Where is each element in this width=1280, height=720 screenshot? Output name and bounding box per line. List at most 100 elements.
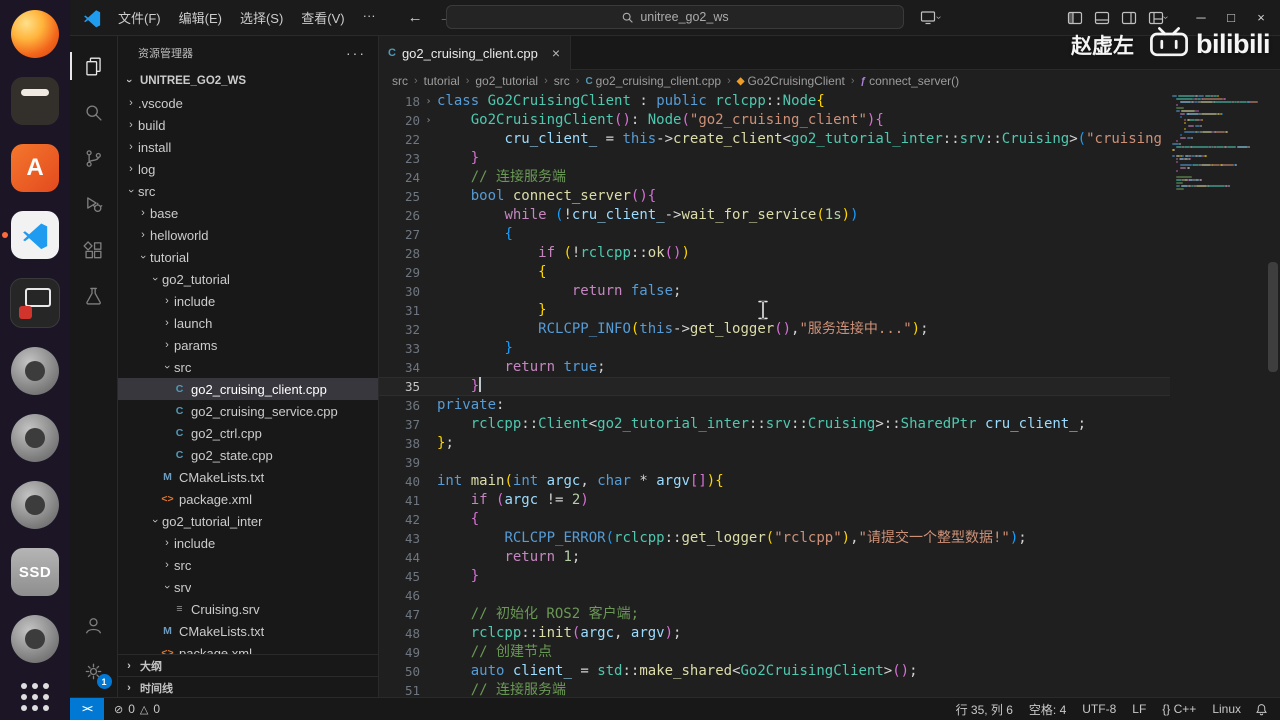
remote-indicator[interactable]: >< (70, 698, 104, 720)
vertical-scrollbar[interactable] (1266, 92, 1280, 698)
code-line[interactable]: 37 rclcpp::Client<go2_tutorial_inter::sr… (378, 415, 1266, 434)
code-line[interactable]: 45 } (378, 567, 1266, 586)
code-line[interactable]: 43 RCLCPP_ERROR(rclcpp::get_logger("rclc… (378, 529, 1266, 548)
activity-search-icon[interactable] (70, 89, 118, 135)
code-line[interactable]: 30 return false; (378, 282, 1266, 301)
code-line[interactable]: 31 } (378, 301, 1266, 320)
tree-item-tutorial[interactable]: › tutorial (118, 246, 378, 268)
dock-dark-app-icon[interactable] (11, 77, 59, 125)
toggle-primary-sidebar-icon[interactable] (1067, 10, 1083, 26)
code-line[interactable]: 44 return 1; (378, 548, 1266, 567)
tree-item-helloworld[interactable]: › helloworld (118, 224, 378, 246)
code-line[interactable]: 38}; (378, 434, 1266, 453)
tree-item-Cruising.srv[interactable]: ≡ Cruising.srv (118, 598, 378, 620)
minimize-button[interactable]: ─ (1186, 0, 1216, 35)
code-line[interactable]: 36 private: (378, 396, 1266, 415)
status-item[interactable]: LF (1132, 702, 1146, 716)
workspace-root-folder[interactable]: › UNITREE_GO2_WS (118, 70, 378, 92)
dock-orange-app-icon[interactable]: A (11, 144, 59, 192)
menubar-item[interactable]: 选择(S) (232, 4, 291, 31)
code-line[interactable]: 20 › Go2CruisingClient(): Node("go2_cruis… (378, 111, 1266, 130)
outline-section-header[interactable]: › 大纲 (118, 654, 378, 676)
status-item[interactable]: 空格: 4 (1029, 701, 1066, 718)
dock-recorder-app-icon[interactable] (10, 278, 60, 328)
dock-vscode-icon[interactable] (2, 211, 59, 259)
status-item[interactable]: {} C++ (1162, 702, 1196, 716)
tree-item-go2_cruising_client.cpp[interactable]: Cgo2_cruising_client.cpp (118, 378, 378, 400)
tree-item-CMakeLists.txt[interactable]: M CMakeLists.txt (118, 620, 378, 642)
problems-status[interactable]: ⊘ 0 △ 0 (104, 702, 170, 716)
command-center-search[interactable]: unitree_go2_ws (446, 5, 904, 29)
dock-gray-app-1-icon[interactable] (11, 347, 59, 395)
sidebar-more-actions-icon[interactable]: ··· (346, 45, 366, 61)
dock-gray-app-4-icon[interactable] (11, 615, 59, 663)
code-line[interactable]: 23 } (378, 149, 1266, 168)
tree-item-src[interactable]: › src (118, 356, 378, 378)
screen-share-icon[interactable]: › (920, 9, 944, 25)
menubar-item[interactable]: 文件(F) (110, 4, 169, 31)
code-line[interactable]: 51 // 连接服务端 (378, 681, 1266, 698)
activity-settings-icon[interactable]: 1 (70, 648, 118, 694)
code-line[interactable]: 47 // 初始化 ROS2 客户端; (378, 605, 1266, 624)
code-editor[interactable]: 18 › class Go2CruisingClient : public rclc… (378, 92, 1266, 698)
code-line[interactable]: 35 } (378, 377, 1266, 396)
code-line[interactable]: 50 auto client_ = std::make_shared<Go2Cr… (378, 662, 1266, 681)
status-item[interactable]: 行 35, 列 6 (956, 701, 1013, 718)
breadcrumb-item[interactable]: ƒ connect_server() (861, 74, 960, 88)
tree-item-params[interactable]: › params (118, 334, 378, 356)
activity-run-debug-icon[interactable] (70, 181, 118, 227)
breadcrumb-item[interactable]: ◆ Go2CruisingClient (737, 74, 845, 88)
dock-ssd-drive-icon[interactable]: SSD (11, 548, 59, 596)
nav-back-button[interactable]: ← (408, 9, 423, 26)
tree-item-.vscode[interactable]: › .vscode (118, 92, 378, 114)
activity-extensions-icon[interactable] (70, 227, 118, 273)
code-line[interactable]: 27 { (378, 225, 1266, 244)
dock-show-apps-icon[interactable] (11, 682, 59, 712)
code-line[interactable]: 49 // 创建节点 (378, 643, 1266, 662)
dock-gray-app-3-icon[interactable] (11, 481, 59, 529)
activity-testing-icon[interactable] (70, 273, 118, 319)
code-line[interactable]: 41 if (argc != 2) (378, 491, 1266, 510)
code-line[interactable]: 34 return true; (378, 358, 1266, 377)
customize-layout-icon[interactable]: › (1148, 10, 1171, 26)
menubar-item[interactable]: 查看(V) (293, 4, 352, 31)
toggle-secondary-sidebar-icon[interactable] (1121, 10, 1137, 26)
maximize-button[interactable]: □ (1216, 0, 1246, 35)
code-line[interactable]: 42 { (378, 510, 1266, 529)
notifications-bell-icon[interactable] (1255, 703, 1268, 716)
activity-source-control-icon[interactable] (70, 135, 118, 181)
tree-item-launch[interactable]: › launch (118, 312, 378, 334)
dock-gray-app-2-icon[interactable] (11, 414, 59, 462)
scrollbar-thumb[interactable] (1268, 262, 1278, 372)
code-line[interactable]: 29 { (378, 263, 1266, 282)
menubar-item[interactable]: ··· (355, 4, 384, 31)
breadcrumb-item[interactable]: tutorial (424, 74, 460, 88)
tree-item-package.xml[interactable]: <> package.xml (118, 488, 378, 510)
tab-close-icon[interactable]: × (552, 45, 560, 61)
tree-item-go2_tutorial[interactable]: › go2_tutorial (118, 268, 378, 290)
close-button[interactable]: × (1246, 0, 1276, 35)
code-line[interactable]: 24 // 连接服务端 (378, 168, 1266, 187)
code-line[interactable]: 18 › class Go2CruisingClient : public rclc… (378, 92, 1266, 111)
breadcrumb-item[interactable]: src (392, 74, 408, 88)
tab-go2-cruising-client[interactable]: C go2_cruising_client.cpp × (378, 35, 572, 70)
code-line[interactable]: 39 (378, 453, 1266, 472)
code-line[interactable]: 32 RCLCPP_INFO(this->get_logger(),"服务连接中… (378, 320, 1266, 339)
dock-firefox-icon[interactable] (11, 10, 59, 58)
code-line[interactable]: 40 int main(int argc, char * argv[]){ (378, 472, 1266, 491)
code-line[interactable]: 26 while (!cru_client_->wait_for_service… (378, 206, 1266, 225)
breadcrumb-item[interactable]: Cgo2_cruising_client.cpp (585, 74, 721, 88)
tree-item-go2_cruising_service.cpp[interactable]: Cgo2_cruising_service.cpp (118, 400, 378, 422)
tree-item-go2_tutorial_inter[interactable]: › go2_tutorial_inter (118, 510, 378, 532)
tree-item-srv[interactable]: › srv (118, 576, 378, 598)
activity-account-icon[interactable] (70, 602, 118, 648)
tree-item-src[interactable]: › src (118, 180, 378, 202)
code-line[interactable]: 33 } (378, 339, 1266, 358)
status-item[interactable]: Linux (1212, 702, 1241, 716)
tree-item-src[interactable]: › src (118, 554, 378, 576)
tree-item-go2_state.cpp[interactable]: Cgo2_state.cpp (118, 444, 378, 466)
code-line[interactable]: 22 cru_client_ = this->create_client<go2… (378, 130, 1266, 149)
code-line[interactable]: 48 rclcpp::init(argc, argv); (378, 624, 1266, 643)
tree-item-base[interactable]: › base (118, 202, 378, 224)
toggle-panel-icon[interactable] (1094, 10, 1110, 26)
